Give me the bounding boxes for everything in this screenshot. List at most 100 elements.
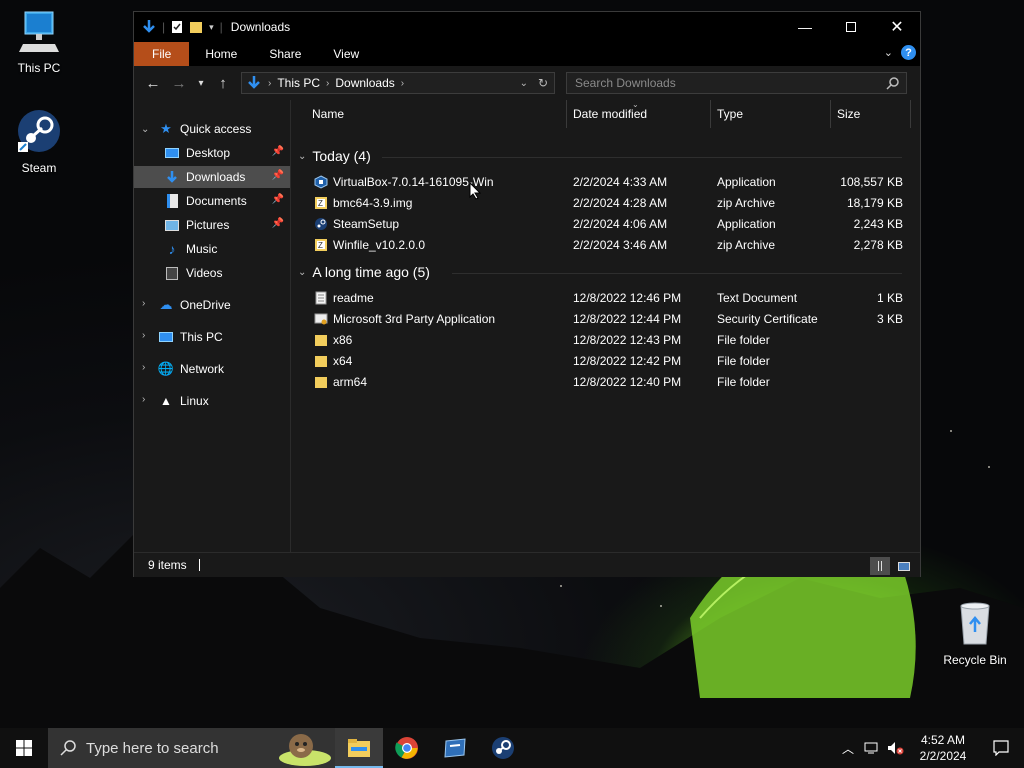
breadcrumb-this-pc[interactable]: This PC xyxy=(271,76,326,90)
table-row[interactable]: x86 12/8/2022 12:43 PM File folder xyxy=(292,330,920,351)
breadcrumb-downloads[interactable]: Downloads xyxy=(329,76,400,90)
title-bar[interactable]: | ▾ | Downloads — ✕ xyxy=(134,12,920,42)
up-arrow-icon: ↑ xyxy=(219,74,227,92)
downloads-arrow-icon xyxy=(164,169,180,185)
nav-network[interactable]: 🌐 Network xyxy=(158,358,288,380)
taskbar-search-box[interactable]: Type here to search xyxy=(48,728,335,768)
file-list: Name ⌄ Date modified Type Size ⌄ Today (… xyxy=(292,100,920,552)
nav-documents[interactable]: Documents 📌 xyxy=(134,190,290,212)
close-button[interactable]: ✕ xyxy=(874,12,920,42)
nav-desktop[interactable]: Desktop 📌 xyxy=(134,142,290,164)
file-type: Application xyxy=(717,175,776,189)
file-explorer-window: | ▾ | Downloads — ✕ File Home Share View… xyxy=(133,11,921,577)
nav-linux[interactable]: ▲ Linux xyxy=(158,390,288,412)
star-icon: ★ xyxy=(160,121,172,136)
file-type: File folder xyxy=(717,375,770,389)
show-hidden-icons-button[interactable]: ︿ xyxy=(836,728,860,768)
column-header-name[interactable]: Name xyxy=(308,100,344,128)
help-icon[interactable]: ? xyxy=(901,45,916,60)
taskbar-file-explorer[interactable] xyxy=(335,728,383,768)
column-separator[interactable] xyxy=(910,100,911,128)
maximize-button[interactable] xyxy=(828,12,874,42)
file-size: 1 KB xyxy=(876,291,903,305)
group-label: Today (4) xyxy=(312,148,371,164)
tab-file[interactable]: File xyxy=(134,42,190,66)
nav-label: Videos xyxy=(186,266,223,280)
search-input[interactable]: Search Downloads xyxy=(575,76,676,90)
file-type: File folder xyxy=(717,354,770,368)
address-dropdown-icon[interactable]: ⌄ xyxy=(520,78,528,89)
tab-share[interactable]: Share xyxy=(253,42,317,66)
group-header-today[interactable]: ⌄ Today (4) xyxy=(298,148,371,164)
nav-onedrive[interactable]: ☁ OneDrive xyxy=(158,294,288,316)
nav-this-pc[interactable]: This PC xyxy=(158,326,288,348)
qat-customize-icon[interactable]: ▾ xyxy=(209,22,214,33)
refresh-icon[interactable]: ↻ xyxy=(538,76,548,90)
chevron-right-icon[interactable]: › xyxy=(142,330,145,341)
desktop-icon-this-pc[interactable]: This PC xyxy=(0,8,79,75)
taskbar-search-input[interactable]: Type here to search xyxy=(86,740,219,757)
address-toolbar: ← → ▾ ↑ › This PC › Downloads › ⌄ ↻ Sear… xyxy=(134,66,920,100)
qat-divider: | xyxy=(219,20,223,34)
table-row[interactable]: Z bmc64-3.9.img 2/2/2024 4:28 AM zip Arc… xyxy=(292,193,920,214)
search-box[interactable]: Search Downloads xyxy=(566,72,907,94)
desktop-icon-recycle-bin[interactable]: Recycle Bin xyxy=(935,600,1015,667)
table-row[interactable]: SteamSetup 2/2/2024 4:06 AM Application … xyxy=(292,214,920,235)
up-button[interactable]: ↑ xyxy=(210,75,236,92)
chevron-down-icon[interactable]: ⌄ xyxy=(141,124,149,135)
minimize-button[interactable]: — xyxy=(782,12,828,42)
table-row[interactable]: VirtualBox-7.0.14-161095-Win 2/2/2024 4:… xyxy=(292,172,920,193)
desktop-icon-steam[interactable]: Steam xyxy=(0,108,79,175)
folder-icon xyxy=(315,335,327,346)
clock[interactable]: 4:52 AM 2/2/2024 xyxy=(908,732,978,764)
new-folder-icon[interactable] xyxy=(189,20,203,34)
forward-button[interactable]: → xyxy=(166,75,192,92)
taskbar-virtualbox[interactable] xyxy=(431,728,479,768)
table-row[interactable]: x64 12/8/2022 12:42 PM File folder xyxy=(292,351,920,372)
chevron-right-icon[interactable]: › xyxy=(142,298,145,309)
address-bar[interactable]: › This PC › Downloads › ⌄ ↻ xyxy=(241,72,555,94)
file-type: File folder xyxy=(717,333,770,347)
desktop-icon-label: Recycle Bin xyxy=(943,653,1007,667)
column-separator[interactable] xyxy=(830,100,831,128)
chevron-right-icon[interactable]: › xyxy=(142,362,145,373)
column-header-size[interactable]: Size xyxy=(833,100,860,128)
desktop-icon-label: Steam xyxy=(21,161,57,175)
network-status-button[interactable] xyxy=(860,728,884,768)
column-separator[interactable] xyxy=(566,100,567,128)
column-header-date-modified[interactable]: Date modified xyxy=(569,100,647,128)
qat-divider: | xyxy=(162,20,166,34)
chevron-right-icon[interactable]: › xyxy=(142,394,145,405)
nav-music[interactable]: ♪ Music xyxy=(134,238,290,260)
nav-downloads[interactable]: Downloads 📌 xyxy=(134,166,290,188)
table-row[interactable]: arm64 12/8/2022 12:40 PM File folder xyxy=(292,372,920,393)
tab-view[interactable]: View xyxy=(317,42,375,66)
properties-icon[interactable] xyxy=(171,20,183,34)
group-header-a-long-time-ago[interactable]: ⌄ A long time ago (5) xyxy=(298,264,430,280)
details-view-button[interactable] xyxy=(870,557,890,575)
table-row[interactable]: Microsoft 3rd Party Application 12/8/202… xyxy=(292,309,920,330)
column-header-type[interactable]: Type xyxy=(713,100,743,128)
nav-pictures[interactable]: Pictures 📌 xyxy=(134,214,290,236)
group-divider xyxy=(382,157,902,158)
videos-icon xyxy=(164,265,180,281)
taskbar-chrome[interactable] xyxy=(383,728,431,768)
table-row[interactable]: readme 12/8/2022 12:46 PM Text Document … xyxy=(292,288,920,309)
ribbon-tabs: File Home Share View ⌄ ? xyxy=(134,42,920,66)
tab-home[interactable]: Home xyxy=(189,42,253,66)
start-button[interactable] xyxy=(0,728,48,768)
column-separator[interactable] xyxy=(710,100,711,128)
taskbar-steam[interactable] xyxy=(479,728,527,768)
nav-videos[interactable]: Videos xyxy=(134,262,290,284)
large-icons-view-button[interactable] xyxy=(894,557,914,575)
nav-quick-access[interactable]: ★ Quick access xyxy=(158,118,288,140)
search-icon xyxy=(886,77,899,90)
recent-locations-button[interactable]: ▾ xyxy=(192,78,210,89)
back-button[interactable]: ← xyxy=(140,75,166,92)
nav-label: Documents xyxy=(186,194,247,208)
action-center-button[interactable] xyxy=(978,728,1024,768)
table-row[interactable]: Z Winfile_v10.2.0.0 2/2/2024 3:46 AM zip… xyxy=(292,235,920,256)
volume-button[interactable] xyxy=(884,728,908,768)
view-switcher xyxy=(870,557,914,575)
expand-ribbon-icon[interactable]: ⌄ xyxy=(884,46,893,59)
